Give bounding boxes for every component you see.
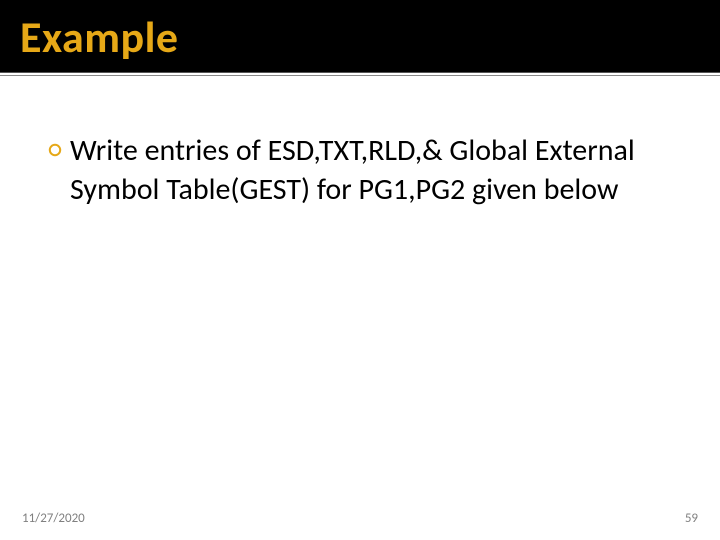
footer-page-number: 59 (685, 511, 698, 526)
bullet-item: Write entries of ESD,TXT,RLD,& Global Ex… (48, 131, 672, 209)
slide-title: Example (20, 10, 720, 64)
title-band: Example (0, 0, 720, 73)
bullet-text: Write entries of ESD,TXT,RLD,& Global Ex… (70, 131, 672, 209)
footer-date: 11/27/2020 (22, 511, 85, 526)
content-area: Write entries of ESD,TXT,RLD,& Global Ex… (0, 76, 720, 209)
bullet-circle-icon (48, 143, 62, 157)
footer: 11/27/2020 59 (0, 511, 720, 526)
